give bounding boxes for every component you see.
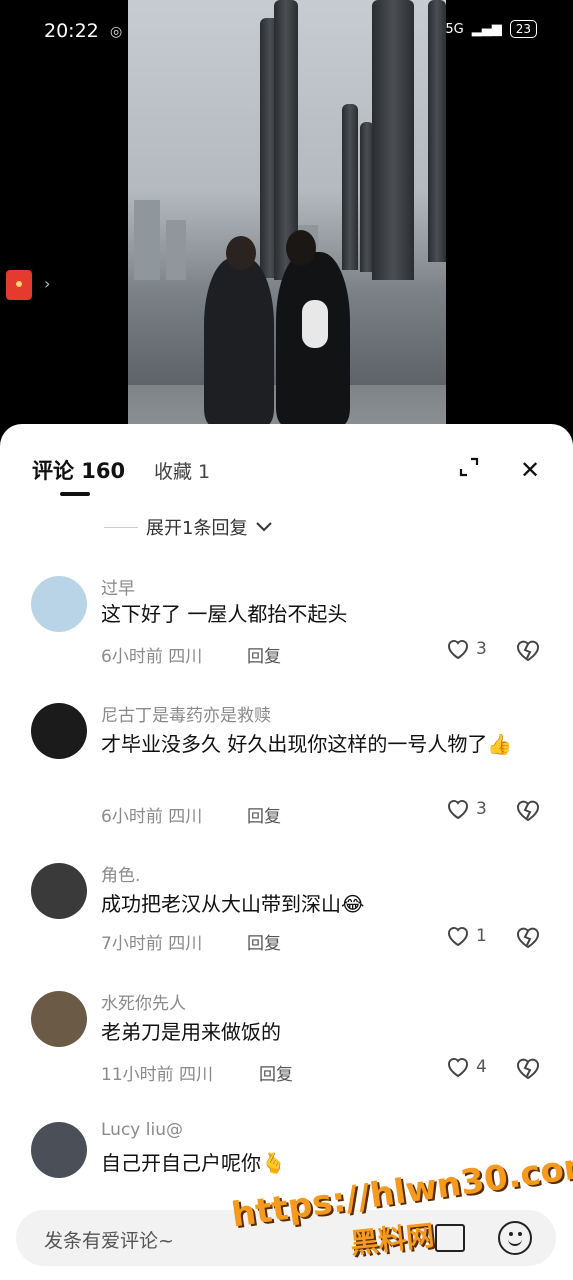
heart-icon (448, 639, 468, 660)
tab-active-indicator (60, 492, 90, 496)
like-count: 1 (476, 926, 487, 946)
like-count: 4 (476, 1057, 487, 1077)
heart-icon (448, 1057, 468, 1078)
image-icon[interactable] (435, 1224, 465, 1252)
chevron-down-icon (256, 522, 273, 532)
avatar[interactable] (31, 576, 87, 632)
like-count: 3 (476, 799, 487, 819)
signal-icon: ▂▄▆ (471, 21, 502, 37)
head-left (226, 236, 256, 270)
dislike-icon[interactable] (515, 1056, 541, 1080)
comment-sheet: 评论 160 收藏 1 ✕ 展开1条回复 过早 这下好了 一屋人都抬不起头 6小… (0, 424, 573, 1280)
reply-button[interactable]: 回复 (247, 929, 281, 954)
chevron-right-icon[interactable]: › (44, 274, 50, 293)
head-right (286, 230, 316, 266)
close-icon[interactable]: ✕ (520, 456, 540, 484)
pillar (342, 104, 358, 270)
pillar (428, 0, 446, 262)
like-count: 3 (476, 639, 487, 659)
comment-input[interactable]: 发条有爱评论~ (44, 1226, 174, 1253)
fullscreen-icon[interactable] (459, 457, 479, 477)
emoji-icon[interactable] (498, 1221, 532, 1255)
expand-replies-button[interactable]: 展开1条回复 (104, 514, 273, 540)
comment-text: 这下好了 一屋人都抬不起头 (101, 602, 348, 626)
jacket-pattern (302, 300, 328, 348)
status-time: 20:22 (44, 20, 99, 42)
comment-author[interactable]: 水死你先人 (101, 989, 186, 1014)
comment-meta: 7小时前 四川 (101, 934, 203, 954)
expand-replies-label: 展开1条回复 (146, 518, 248, 539)
wechat-icon: ◎ (110, 24, 123, 40)
dislike-icon[interactable] (515, 798, 541, 822)
comment-meta: 11小时前 四川 (101, 1065, 214, 1085)
reply-button[interactable]: 回复 (247, 642, 281, 667)
comment-author[interactable]: 尼古丁是毒药亦是救赎 (101, 701, 271, 726)
person-left (204, 258, 274, 425)
battery-icon: 23 (509, 20, 537, 38)
like-button[interactable]: 3 (446, 638, 487, 660)
tab-favorites[interactable]: 收藏 1 (154, 457, 210, 484)
reply-button[interactable]: 回复 (247, 802, 281, 827)
divider (104, 526, 138, 528)
avatar[interactable] (31, 991, 87, 1047)
tab-comments[interactable]: 评论 160 (32, 455, 125, 485)
comment-meta: 6小时前 四川 (101, 807, 203, 827)
building (134, 200, 160, 280)
red-packet-icon[interactable] (6, 270, 32, 300)
smile-mouth (508, 1238, 522, 1246)
comment-meta: 6小时前 四川 (101, 647, 203, 667)
avatar[interactable] (31, 863, 87, 919)
reply-button[interactable]: 回复 (259, 1060, 293, 1085)
comment-author[interactable]: 角色. (101, 861, 140, 886)
heart-icon (448, 799, 468, 820)
comment-author[interactable]: Lucy liu@ (101, 1120, 183, 1140)
comment-author[interactable]: 过早 (101, 574, 135, 599)
dislike-icon[interactable] (515, 925, 541, 949)
dislike-icon[interactable] (515, 638, 541, 662)
building (166, 220, 186, 280)
comment-text: 老弟刀是用来做饭的 (101, 1020, 281, 1044)
comment-text: 才毕业没多久 好久出现你这样的一号人物了👍 (101, 732, 513, 756)
system-icons: ⌖ 5G ▂▄▆ 23 (430, 20, 537, 38)
like-button[interactable]: 4 (446, 1056, 487, 1078)
like-button[interactable]: 3 (446, 798, 487, 820)
pillar (372, 0, 414, 280)
video-frame[interactable] (128, 0, 446, 425)
comment-text: 成功把老汉从大山带到深山😂 (101, 892, 365, 916)
avatar[interactable] (31, 1122, 87, 1178)
like-button[interactable]: 1 (446, 925, 487, 947)
avatar[interactable] (31, 703, 87, 759)
heart-icon (448, 926, 468, 947)
network-label: 5G (445, 21, 464, 37)
